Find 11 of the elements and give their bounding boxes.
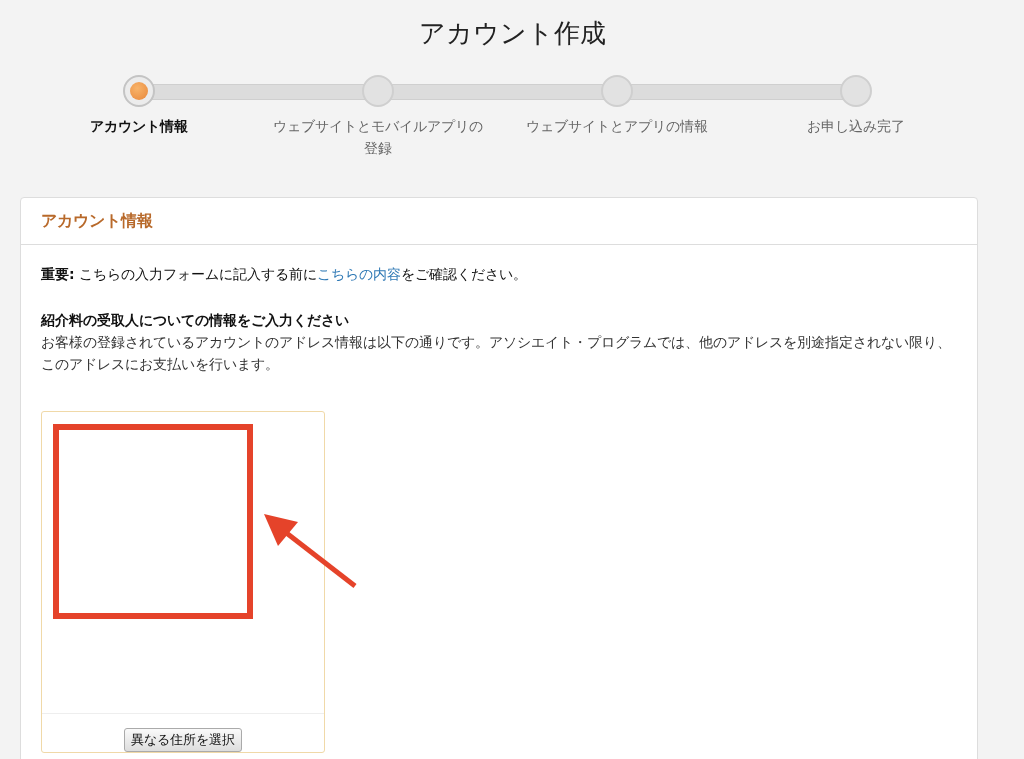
page-title: アカウント作成: [418, 17, 606, 50]
step-label: お申し込み完了: [805, 117, 906, 136]
select-address-button[interactable]: 異なる住所を選択: [124, 728, 242, 752]
notice-text: 重要: こちらの入力フォームに記入する前に こちらの内容をご確認ください。: [41, 265, 529, 284]
description-text: お客様の登録されているアカウントのアドレス情報は以下の通りです。アソシエイト・プログラムでは、他のアドレスを別途指定されない限り、このアドレスにお支払いを行います。: [41, 333, 952, 374]
step-label: アカウント情報: [88, 117, 189, 136]
section-title: アカウント情報: [41, 210, 153, 232]
section-heading: 紹介料の受取人についての情報をご入力ください: [41, 311, 350, 330]
step-label: ウェブサイトとモバイルアプリの登録: [271, 117, 484, 158]
step-label: ウェブサイトとアプリの情報: [524, 117, 709, 136]
content-link[interactable]: こちらの内容: [317, 266, 402, 282]
